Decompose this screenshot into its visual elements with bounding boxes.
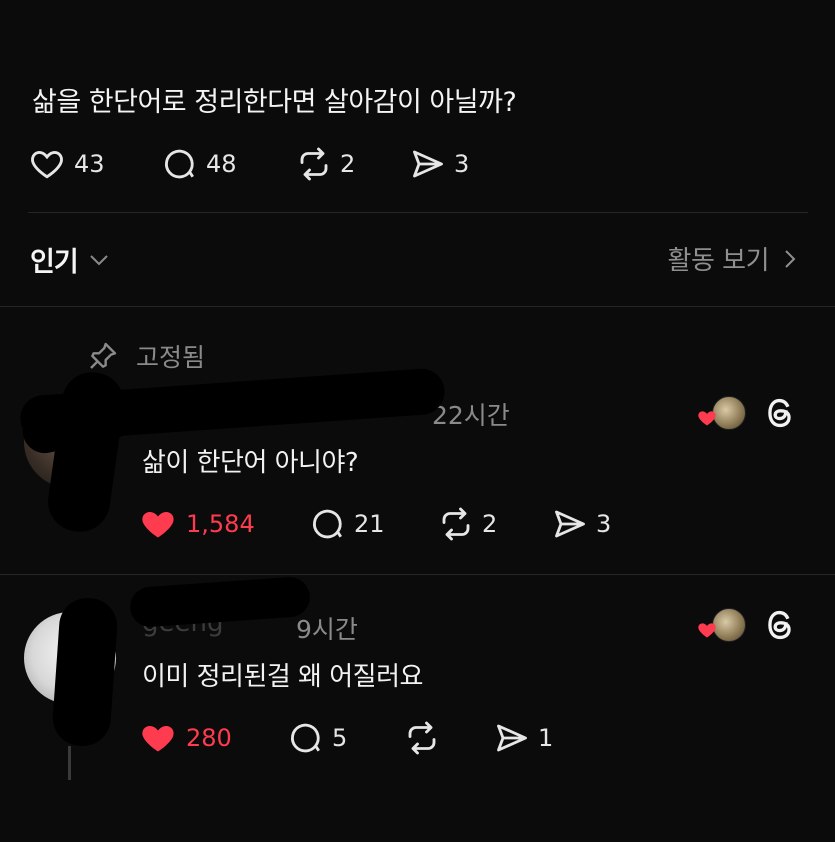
reply-share-count: 1 (538, 724, 554, 752)
reply-reactions (692, 396, 752, 432)
sort-dropdown[interactable]: 인기 (30, 240, 110, 279)
pin-icon (90, 342, 117, 369)
post-share-count: 3 (454, 150, 470, 178)
view-activity-link[interactable]: 활동 보기 (668, 240, 797, 277)
reply-comment-button[interactable]: 21 (310, 506, 385, 542)
comment-bubble-icon (313, 509, 342, 539)
sort-label: 인기 (30, 247, 79, 278)
post-comment-button[interactable]: 48 (162, 146, 237, 182)
reply-repost-button[interactable]: 2 (438, 506, 497, 542)
repost-icon (300, 147, 328, 181)
threads-icon[interactable] (762, 394, 800, 432)
reply-action-bar: 280 5 1 (138, 720, 578, 760)
reply-like-count: 1,584 (186, 510, 255, 538)
send-icon (555, 510, 585, 538)
reply-text: 삶이 한단어 아니야? (142, 448, 359, 478)
send-icon (413, 150, 443, 178)
heart-outline-icon (31, 151, 63, 179)
post-action-bar: 43 48 2 3 (28, 146, 588, 186)
reply-reactions (692, 608, 752, 644)
reply-action-bar: 1,584 21 2 3 (138, 506, 638, 546)
post-comment-count: 48 (206, 150, 237, 178)
chevron-down-icon (89, 254, 108, 265)
post-text: 삶을 한단어로 정리한다면 살아감이 아닐까? (32, 87, 517, 118)
chevron-right-icon (785, 249, 796, 268)
reply-comment-button[interactable]: 5 (288, 720, 347, 756)
repost-icon (408, 721, 436, 755)
redaction-scribble (128, 575, 312, 629)
reply-comment-count: 21 (354, 510, 385, 538)
reply-share-button[interactable]: 3 (552, 506, 611, 542)
post-repost-button[interactable]: 2 (296, 146, 355, 182)
reply-time: 22시간 (432, 401, 510, 430)
reply-like-button[interactable]: 1,584 (138, 506, 255, 542)
post-like-button[interactable]: 43 (28, 146, 105, 182)
reply-time: 9시간 (296, 615, 358, 644)
heart-filled-icon (698, 411, 716, 426)
divider (28, 212, 808, 213)
post-repost-count: 2 (340, 150, 356, 178)
reply-repost-count: 2 (482, 510, 498, 538)
post-share-button[interactable]: 3 (410, 146, 469, 182)
divider (0, 574, 835, 575)
redaction-scribble (50, 596, 120, 748)
comment-bubble-icon (291, 723, 320, 753)
comment-bubble-icon (165, 149, 194, 179)
reply-comment-count: 5 (332, 724, 348, 752)
heart-filled-icon (142, 726, 174, 752)
pinned-indicator: 고정됨 (86, 338, 205, 374)
thread-line (68, 746, 71, 780)
divider (0, 306, 835, 307)
view-activity-label: 활동 보기 (667, 246, 770, 276)
reply-like-count: 280 (186, 724, 232, 752)
reply-share-button[interactable]: 1 (494, 720, 553, 756)
pinned-label: 고정됨 (136, 343, 206, 372)
repost-icon (442, 507, 470, 541)
heart-filled-icon (698, 623, 716, 638)
threads-icon[interactable] (762, 606, 800, 644)
send-icon (497, 724, 527, 752)
reply-like-button[interactable]: 280 (138, 720, 232, 756)
reply-share-count: 3 (596, 510, 612, 538)
reply-text: 이미 정리된걸 왜 어질러요 (142, 662, 423, 692)
reply-repost-button[interactable] (404, 720, 448, 756)
heart-filled-icon (142, 512, 174, 538)
post-like-count: 43 (74, 150, 105, 178)
